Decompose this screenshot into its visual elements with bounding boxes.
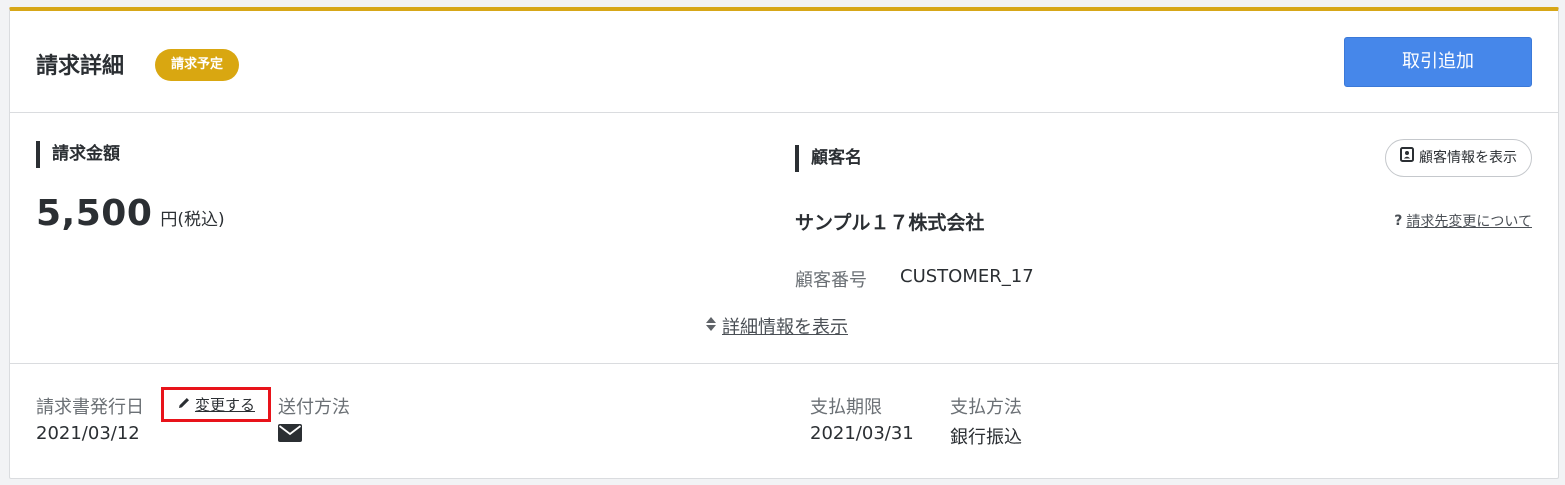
page-title: 請求詳細 xyxy=(36,54,125,79)
question-icon: ? xyxy=(1394,213,1403,229)
amount-unit: 円(税込) xyxy=(160,210,225,230)
change-issue-date-link[interactable]: 変更する xyxy=(161,387,271,422)
status-badge: 請求予定 xyxy=(155,49,240,81)
add-transaction-button[interactable]: 取引追加 xyxy=(1344,37,1532,87)
issue-date-label: 請求書発行日 xyxy=(36,397,144,418)
customer-name: サンプル１７株式会社 xyxy=(795,212,985,234)
customer-name-label: 顧客名 xyxy=(795,145,862,172)
payment-method: 銀行振込 xyxy=(950,427,1022,448)
issue-date: 2021/03/12 xyxy=(36,423,140,444)
customer-number-label: 顧客番号 xyxy=(795,270,867,291)
show-details-label: 詳細情報を表示 xyxy=(722,317,848,338)
card-header: 請求詳細 請求予定 取引追加 xyxy=(10,11,1558,113)
invoice-detail-card: 請求詳細 請求予定 取引追加 請求金額 5,500 円(税込) 顧客名 顧客情報を… xyxy=(9,7,1559,479)
show-customer-info-button[interactable]: 顧客情報を表示 xyxy=(1385,139,1532,177)
send-method-label: 送付方法 xyxy=(278,397,350,418)
pencil-icon xyxy=(177,396,191,414)
change-link-label: 変更する xyxy=(194,396,255,414)
envelope-icon xyxy=(278,424,302,446)
payment-method-label: 支払方法 xyxy=(950,397,1022,418)
show-details-toggle[interactable]: 詳細情報を表示 xyxy=(705,313,848,339)
invoice-summary: 請求金額 5,500 円(税込) 顧客名 顧客情報を表示 サンプル１７株式会社 ?… xyxy=(10,113,1558,364)
payment-due: 2021/03/31 xyxy=(810,423,914,444)
billing-amount: 5,500 円(税込) xyxy=(36,193,225,234)
customer-number: CUSTOMER_17 xyxy=(900,266,1034,287)
payment-due-label: 支払期限 xyxy=(810,397,882,418)
show-customer-info-label: 顧客情報を表示 xyxy=(1419,150,1517,166)
amount-value: 5,500 xyxy=(36,193,153,234)
billing-amount-label: 請求金額 xyxy=(36,141,120,168)
sort-icon xyxy=(705,316,717,337)
contact-card-icon xyxy=(1400,140,1414,176)
help-link-label: 請求先変更について xyxy=(1406,214,1532,230)
billing-destination-help-link[interactable]: ? 請求先変更について xyxy=(1394,211,1532,231)
invoice-footer: 請求書発行日 変更する 2021/03/12 送付方法 支払期限 2021/03… xyxy=(10,364,1558,477)
